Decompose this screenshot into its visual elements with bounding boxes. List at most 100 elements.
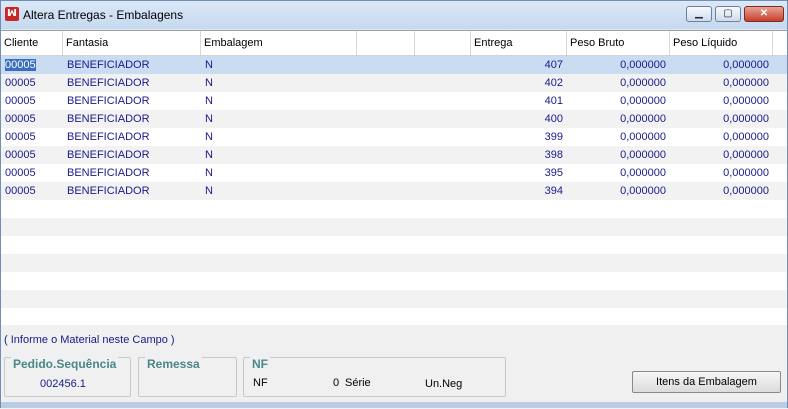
table-row[interactable]: 00005 BENEFICIADOR N 399 0,000000 0,000000 [1,128,787,146]
cell-cliente[interactable]: 00005 [1,146,63,164]
close-button[interactable]: ✕ [744,6,784,22]
cell-fantasia-text: BENEFICIADOR [67,131,150,143]
cell-cliente[interactable]: 00005 [1,56,63,74]
deliveries-grid[interactable]: Cliente Fantasia Embalagem Entrega Peso … [1,30,787,326]
cell-peso-liquido[interactable]: 0,000000 [670,164,773,182]
table-row[interactable] [1,218,787,236]
table-row[interactable] [1,236,787,254]
cell-embalagem[interactable]: N [201,92,357,110]
cell-fantasia-text: BENEFICIADOR [67,149,150,161]
cell-entrega[interactable]: 400 [471,110,567,128]
unneg-label: Un.Neg [425,378,463,390]
cell-peso-liquido[interactable]: 0,000000 [670,74,773,92]
table-row[interactable] [1,308,787,325]
cell-fantasia[interactable]: BENEFICIADOR [63,74,201,92]
cell-embalagem[interactable]: N [201,146,357,164]
cell-embalagem[interactable]: N [201,110,357,128]
cell-cliente-text: 00005 [5,59,36,71]
nf-field-value[interactable]: 0 [333,377,339,389]
column-header-blank-2[interactable] [415,31,471,55]
table-row[interactable] [1,254,787,272]
cell-peso-bruto-text: 0,000000 [620,113,666,125]
minimize-button[interactable]: ▁ [686,6,712,22]
cell-cliente[interactable]: 00005 [1,164,63,182]
cell-fantasia[interactable]: BENEFICIADOR [63,56,201,74]
cell-peso-bruto[interactable]: 0,000000 [567,146,670,164]
cell-entrega[interactable]: 402 [471,74,567,92]
cell-entrega[interactable]: 401 [471,92,567,110]
cell-entrega[interactable]: 407 [471,56,567,74]
column-header-blank-1[interactable] [357,31,415,55]
column-header-peso-liquido[interactable]: Peso Líquido [670,31,773,55]
cell-cliente[interactable]: 00005 [1,128,63,146]
cell-embalagem-text: N [205,77,213,89]
cell-entrega[interactable]: 394 [471,182,567,200]
cell-peso-liquido[interactable]: 0,000000 [670,110,773,128]
cell-fantasia[interactable]: BENEFICIADOR [63,110,201,128]
cell-fantasia[interactable]: BENEFICIADOR [63,164,201,182]
cell-cliente[interactable]: 00005 [1,110,63,128]
column-header-embalagem[interactable]: Embalagem [201,31,357,55]
column-header-cliente[interactable]: Cliente [1,31,63,55]
cell-peso-liquido[interactable]: 0,000000 [670,182,773,200]
cell-peso-liquido[interactable]: 0,000000 [670,128,773,146]
cell-fantasia-text: BENEFICIADOR [67,167,150,179]
table-row[interactable] [1,272,787,290]
table-row[interactable] [1,290,787,308]
table-row[interactable]: 00005 BENEFICIADOR N 402 0,000000 0,000000 [1,74,787,92]
cell-peso-liquido-text: 0,000000 [723,95,769,107]
cell-cliente-text: 00005 [5,185,36,197]
column-header-fantasia[interactable]: Fantasia [63,31,201,55]
cell-fantasia-text: BENEFICIADOR [67,59,150,71]
cell-cliente[interactable]: 00005 [1,182,63,200]
cell-cliente[interactable]: 00005 [1,92,63,110]
pedido-value: 002456.1 [40,378,86,390]
table-row[interactable] [1,200,787,218]
table-row[interactable]: 00005 BENEFICIADOR N 407 0,000000 0,000000 [1,56,787,74]
table-row[interactable]: 00005 BENEFICIADOR N 398 0,000000 0,000000 [1,146,787,164]
cell-peso-bruto[interactable]: 0,000000 [567,56,670,74]
cell-entrega[interactable]: 395 [471,164,567,182]
cell-peso-bruto[interactable]: 0,000000 [567,110,670,128]
cell-fantasia[interactable]: BENEFICIADOR [63,182,201,200]
pedido-label: Pedido.Sequência [11,357,119,371]
cell-peso-bruto[interactable]: 0,000000 [567,128,670,146]
cell-embalagem[interactable]: N [201,56,357,74]
cell-embalagem-text: N [205,59,213,71]
cell-peso-bruto[interactable]: 0,000000 [567,92,670,110]
cell-cliente[interactable]: 00005 [1,74,63,92]
cell-peso-bruto-text: 0,000000 [620,149,666,161]
cell-peso-liquido-text: 0,000000 [723,149,769,161]
table-row[interactable]: 00005 BENEFICIADOR N 394 0,000000 0,000000 [1,182,787,200]
cell-fantasia[interactable]: BENEFICIADOR [63,92,201,110]
cell-embalagem[interactable]: N [201,164,357,182]
itens-embalagem-button[interactable]: Itens da Embalagem [632,371,781,393]
cell-fantasia[interactable]: BENEFICIADOR [63,146,201,164]
cell-embalagem[interactable]: N [201,128,357,146]
table-row[interactable]: 00005 BENEFICIADOR N 395 0,000000 0,000000 [1,164,787,182]
cell-entrega[interactable]: 398 [471,146,567,164]
cell-peso-bruto[interactable]: 0,000000 [567,74,670,92]
maximize-button[interactable]: ▢ [715,6,741,22]
status-bar [1,402,787,408]
app-window: ꟽ Altera Entregas - Embalagens ▁ ▢ ✕ Cli… [0,0,788,409]
window-title: Altera Entregas - Embalagens [23,8,184,22]
cell-embalagem[interactable]: N [201,74,357,92]
cell-embalagem[interactable]: N [201,182,357,200]
table-row[interactable]: 00005 BENEFICIADOR N 401 0,000000 0,000000 [1,92,787,110]
cell-peso-liquido[interactable]: 0,000000 [670,56,773,74]
cell-peso-liquido[interactable]: 0,000000 [670,146,773,164]
table-row[interactable]: 00005 BENEFICIADOR N 400 0,000000 0,000000 [1,110,787,128]
column-header-peso-bruto[interactable]: Peso Bruto [567,31,670,55]
nf-legend: NF [250,357,270,371]
cell-fantasia[interactable]: BENEFICIADOR [63,128,201,146]
cell-cliente-text: 00005 [5,113,36,125]
cell-cliente-text: 00005 [5,95,36,107]
column-header-entrega[interactable]: Entrega [471,31,567,55]
remessa-label: Remessa [145,357,202,371]
cell-peso-bruto[interactable]: 0,000000 [567,164,670,182]
cell-entrega[interactable]: 399 [471,128,567,146]
cell-peso-bruto[interactable]: 0,000000 [567,182,670,200]
cell-peso-liquido[interactable]: 0,000000 [670,92,773,110]
cell-fantasia-text: BENEFICIADOR [67,95,150,107]
